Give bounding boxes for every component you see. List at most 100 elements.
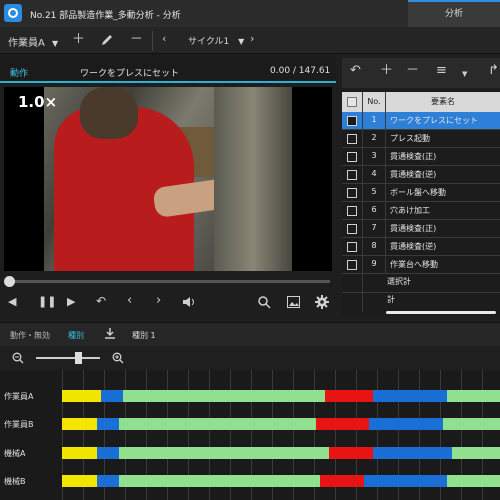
table-row[interactable]: 9 作業台へ移動 [342,256,500,274]
table-row[interactable]: 4 貫通検査(逆) [342,166,500,184]
chevron-down-icon[interactable]: ▼ [462,70,467,78]
timeline-segment[interactable] [447,390,500,402]
timeline-segment[interactable] [97,475,119,487]
row-checkbox[interactable] [347,224,357,234]
gear-icon [315,295,329,309]
zoom-out-magnifier-icon [12,352,24,364]
zoom-slider-handle[interactable] [74,352,82,364]
picture-icon [287,296,300,308]
timeline-lane-label: 作業員A [4,392,34,401]
tab-motion-invalid[interactable]: 動作・無効 [10,330,50,341]
remove-element-button[interactable]: － [406,64,419,77]
timeline-segment[interactable] [118,418,317,430]
timeline-segment[interactable] [364,475,448,487]
seek-bar[interactable] [8,280,330,283]
add-element-button[interactable]: ＋ [380,64,393,77]
row-checkbox[interactable] [347,242,357,252]
timeline-segment[interactable] [118,475,321,487]
table-row[interactable]: 1 ワークをプレスにセット [342,112,500,130]
cycle-select-value: サイクル1 [188,37,230,47]
timeline-segment[interactable] [97,447,119,459]
image-icon[interactable] [287,296,300,311]
row-checkbox[interactable] [347,134,357,144]
timeline-segment[interactable] [123,390,325,402]
download-icon[interactable] [104,327,116,342]
timeline-segment[interactable] [62,390,102,402]
prev-frame-icon[interactable]: ‹ [127,294,132,307]
timeline-segment[interactable] [372,447,452,459]
zoom-in-magnifier-icon [112,352,124,364]
row-element-name: ワークをプレスにセット [390,116,478,125]
play-icon[interactable]: ▶ [67,296,75,307]
video-frame [44,87,292,271]
window-title: No.21 部品製造作業_多動分析 - 分析 [30,11,181,21]
undo-icon[interactable]: ↶ [96,295,106,307]
current-element-name: ワークをプレスにセット [80,69,180,79]
next-frame-icon[interactable]: › [156,294,161,307]
timeline-segment[interactable] [101,390,124,402]
remove-button[interactable]: － [130,33,143,46]
pause-icon[interactable]: ❚❚ [38,296,56,307]
timeline-segment[interactable] [372,390,448,402]
row-checkbox[interactable] [347,152,357,162]
row-checkbox[interactable] [347,170,357,180]
worker-select-value: 作業員A [8,38,45,49]
seek-handle[interactable] [4,276,15,287]
cycle-select[interactable]: サイクル1 ▼ [188,34,244,47]
settings-icon[interactable] [315,295,329,312]
row-checkbox[interactable] [347,116,357,126]
tab-analysis[interactable]: 分析 [408,0,500,27]
add-button[interactable]: ＋ [72,33,85,46]
speaker-icon [183,297,194,307]
list-menu-icon[interactable]: ≡ [436,64,447,77]
timeline-segment[interactable] [443,418,500,430]
row-number: 2 [371,133,377,142]
timeline-segment[interactable] [451,447,500,459]
type-label: 種別 1 [132,331,156,340]
volume-icon[interactable] [182,296,196,311]
zoom-in-icon[interactable] [112,352,124,367]
subtotal-label: 選択計 [387,277,411,286]
table-row[interactable]: 5 ボール盤へ移動 [342,184,500,202]
timeline-segment[interactable] [62,475,98,487]
timeline-lane-label: 機械A [4,449,26,458]
timeline-segment[interactable] [62,447,98,459]
select-all-checkbox[interactable] [347,97,357,107]
edit-button[interactable] [100,33,114,50]
motion-label: 動作 [10,69,29,79]
table-row[interactable]: 3 貫通検査(正) [342,148,500,166]
timeline-lane-label: 機械B [4,477,26,486]
playback-time: 0.00 / 147.61 [270,66,331,76]
video-player[interactable]: 1.0× [4,87,332,271]
row-checkbox[interactable] [347,206,357,216]
timeline-segment[interactable] [320,475,365,487]
row-checkbox[interactable] [347,260,357,270]
timeline-segment[interactable] [447,475,500,487]
zoom-out-icon[interactable] [12,352,24,367]
undo-icon[interactable]: ↶ [350,64,361,77]
timeline-segment[interactable] [62,418,98,430]
timeline-segment[interactable] [324,390,373,402]
step-back-icon[interactable]: ◀ [8,296,16,307]
timeline-segment[interactable] [329,447,373,459]
prev-cycle-button[interactable]: ‹ [162,33,166,44]
app-logo-icon [4,4,22,22]
timeline-segment[interactable] [97,418,119,430]
table-row[interactable]: 7 貫通検査(正) [342,220,500,238]
table-row[interactable]: 2 プレス起動 [342,130,500,148]
table-horizontal-scrollbar[interactable] [386,311,496,314]
worker-select[interactable]: 作業員A ▼ [8,34,58,49]
zoom-icon[interactable] [258,296,271,312]
split-icon[interactable]: ↱ [488,64,499,77]
tab-type[interactable]: 種別 [68,330,84,341]
zoom-slider-track[interactable] [36,357,100,359]
timeline-segment[interactable] [118,447,330,459]
table-column-divider [362,274,363,312]
table-row[interactable]: 6 穴あけ加工 [342,202,500,220]
timeline-segment[interactable] [316,418,369,430]
playback-speed: 1.0× [18,93,58,111]
table-row[interactable]: 8 貫通検査(逆) [342,238,500,256]
timeline-segment[interactable] [368,418,444,430]
next-cycle-button[interactable]: › [250,33,254,44]
row-checkbox[interactable] [347,188,357,198]
